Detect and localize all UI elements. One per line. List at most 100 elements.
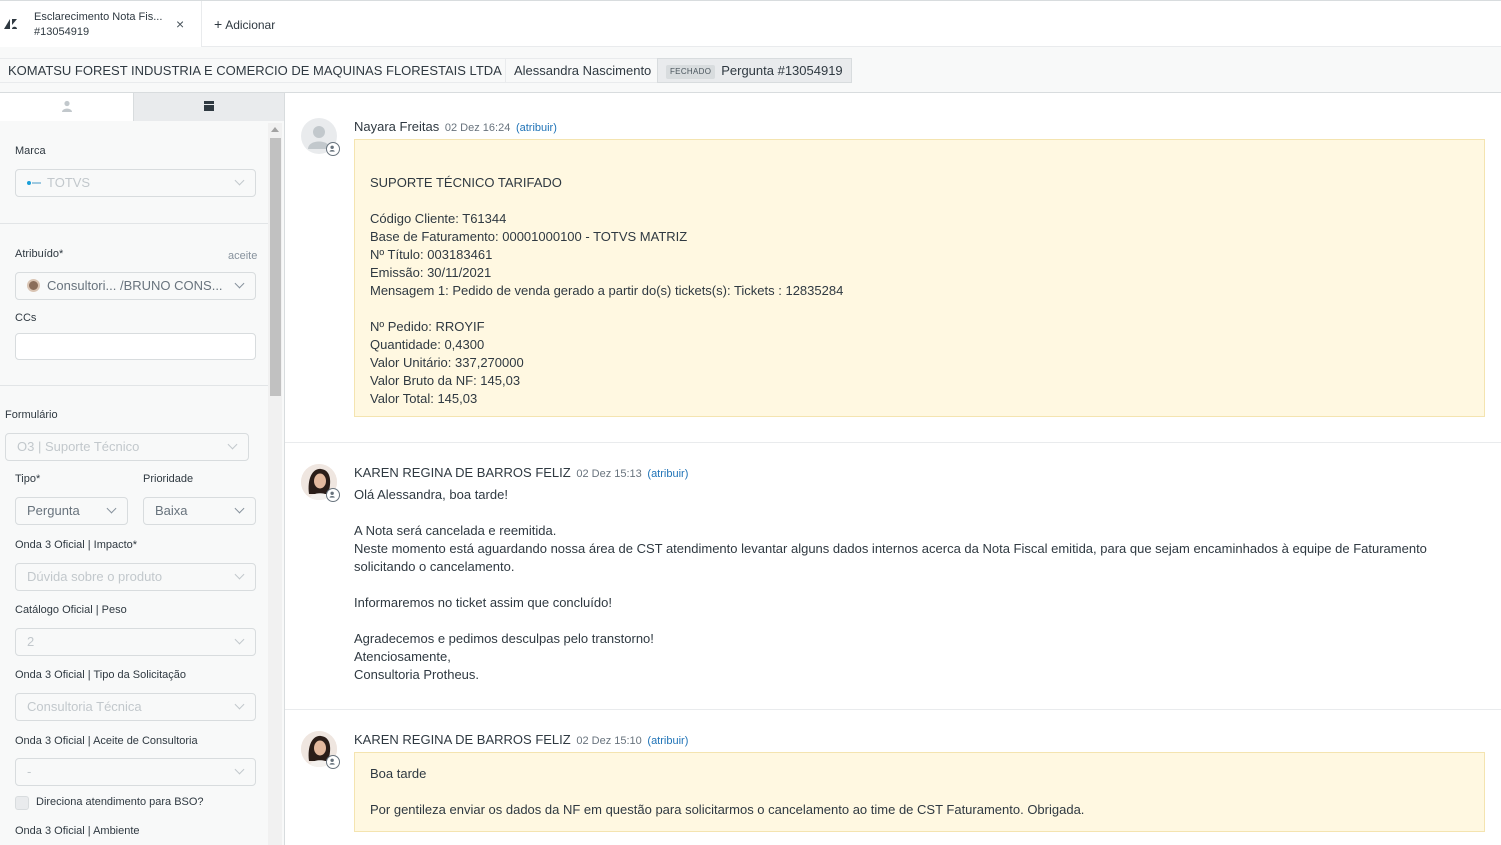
message-line: Atenciosamente, (354, 649, 451, 664)
impact-label: Onda 3 Oficial | Impacto* (15, 539, 138, 551)
priority-select[interactable]: Baixa (143, 497, 256, 525)
add-tab-button[interactable]: + Adicionar (214, 16, 275, 32)
impact-value: Dúvida sobre o produto (27, 569, 163, 584)
message-author: KAREN REGINA DE BARROS FELIZ 02 Dez 15:1… (354, 465, 688, 480)
tab-user[interactable] (0, 93, 134, 121)
brand-select[interactable]: TOTVS (15, 169, 256, 197)
scroll-up-arrow-icon[interactable] (271, 127, 279, 132)
message-line: Olá Alessandra, boa tarde! (354, 487, 508, 502)
form-select[interactable]: O3 | Suporte Técnico (5, 433, 249, 461)
public-reply: Olá Alessandra, boa tarde! A Nota será c… (354, 486, 1474, 684)
chevron-down-icon (234, 503, 245, 514)
bso-checkbox[interactable] (15, 796, 29, 810)
sidebar-tabs (0, 93, 284, 121)
breadcrumb-organization[interactable]: KOMATSU FOREST INDUSTRIA E COMERCIO DE M… (0, 58, 566, 83)
breadcrumb-ticket[interactable]: FECHADO Pergunta #13054919 (657, 58, 852, 83)
ccs-label: CCs (15, 312, 37, 324)
message-line: Neste momento está aguardando nossa área… (354, 541, 1431, 574)
message-line (370, 300, 1469, 318)
ccs-input[interactable] (15, 333, 256, 360)
chevron-down-icon (234, 569, 245, 580)
consulting-select[interactable]: - (15, 758, 256, 786)
status-badge: FECHADO (666, 65, 716, 79)
timestamp: 02 Dez 15:13 (576, 468, 642, 480)
message-line: Nº Título: 003183461 (370, 247, 493, 262)
brand-value: TOTVS (47, 175, 91, 190)
environment-label: Onda 3 Oficial | Ambiente (15, 825, 140, 837)
tab-apps[interactable] (134, 93, 284, 121)
assignee-select[interactable]: Consultori... /BRUNO CONS... (15, 272, 256, 300)
internal-note: Boa tarde Por gentileza enviar os dados … (354, 752, 1485, 832)
apps-icon (204, 101, 214, 111)
divider (0, 385, 268, 386)
message-line (370, 192, 1469, 210)
message-line: Agradecemos e pedimos desculpas pelo tra… (354, 631, 654, 646)
message-line: Valor Total: 145,03 (370, 391, 478, 406)
message-line: Boa tarde (370, 766, 427, 781)
message-line (354, 576, 1474, 594)
type-value: Pergunta (27, 503, 80, 518)
message-line: Base de Faturamento: 00001000100 - TOTVS… (370, 229, 688, 244)
weight-select[interactable]: 2 (15, 628, 256, 656)
agent-badge-icon (326, 755, 340, 769)
brand-label: Marca (15, 145, 46, 157)
plus-icon: + (214, 16, 223, 32)
consulting-label: Onda 3 Oficial | Aceite de Consultoria (15, 735, 198, 747)
message-line: A Nota será cancelada e reemitida. (354, 523, 557, 538)
chevron-down-icon (234, 278, 245, 289)
impact-select[interactable]: Dúvida sobre o produto (15, 563, 256, 591)
request-type-value: Consultoria Técnica (27, 699, 142, 714)
breadcrumb: KOMATSU FOREST INDUSTRIA E COMERCIO DE M… (0, 47, 1501, 93)
tab-title: Esclarecimento Nota Fis... (34, 11, 163, 23)
message-line: Mensagem 1: Pedido de venda gerado a par… (370, 283, 844, 298)
tab-ticket-number: #13054919 (34, 26, 90, 38)
breadcrumb-requester[interactable]: Alessandra Nascimento (505, 58, 661, 83)
assign-link[interactable]: (atribuir) (516, 122, 557, 134)
conversation-log: Nayara Freitas 02 Dez 16:24 (atribuir) S… (285, 93, 1501, 845)
message-line: Quantidade: 0,4300 (370, 337, 485, 352)
form-value: O3 | Suporte Técnico (17, 439, 140, 454)
bso-label: Direciona atendimento para BSO? (36, 796, 204, 808)
message-line (370, 783, 1469, 801)
breadcrumb-ticket-label: Pergunta #13054919 (721, 63, 843, 78)
assignee-value: Consultori... /BRUNO CONS... (47, 278, 223, 293)
author-name: Nayara Freitas (354, 119, 440, 134)
assign-link[interactable]: (atribuir) (647, 468, 688, 480)
avatar (27, 279, 40, 292)
chevron-down-icon (234, 634, 245, 645)
message-line (370, 156, 1469, 174)
timestamp: 02 Dez 15:10 (576, 735, 642, 747)
internal-note: SUPORTE TÉCNICO TARIFADO Código Cliente:… (354, 139, 1485, 417)
close-icon[interactable]: × (176, 16, 184, 32)
weight-value: 2 (27, 634, 35, 649)
message-line: Código Cliente: T61344 (370, 211, 507, 226)
agent-badge-icon (326, 142, 340, 156)
message-line: Informaremos no ticket assim que concluí… (354, 595, 612, 610)
request-type-select[interactable]: Consultoria Técnica (15, 693, 256, 721)
message-line: Consultoria Protheus. (354, 667, 480, 682)
request-type-label: Onda 3 Oficial | Tipo da Solicitação (15, 669, 187, 681)
author-name: KAREN REGINA DE BARROS FELIZ (354, 465, 571, 480)
message-line: Valor Bruto da NF: 145,03 (370, 373, 521, 388)
assign-link[interactable]: (atribuir) (647, 735, 688, 747)
priority-label: Prioridade (143, 473, 194, 485)
message-line: Emissão: 30/11/2021 (370, 265, 492, 280)
type-select[interactable]: Pergunta (15, 497, 128, 525)
chevron-down-icon (234, 699, 245, 710)
message-author: KAREN REGINA DE BARROS FELIZ 02 Dez 15:1… (354, 732, 688, 747)
sidebar-scroll-thumb[interactable] (270, 138, 281, 396)
chevron-down-icon (234, 175, 245, 186)
assignee-take-it-link[interactable]: aceite (228, 250, 257, 262)
tab-bar: Esclarecimento Nota Fis... #13054919 × +… (0, 0, 1501, 47)
chevron-down-icon (234, 764, 245, 775)
divider (0, 223, 268, 224)
ticket-tab[interactable]: Esclarecimento Nota Fis... #13054919 × (0, 1, 202, 47)
agent-badge-icon (326, 488, 340, 502)
user-icon (61, 100, 72, 112)
divider (285, 709, 1501, 710)
totvs-logo-icon (27, 181, 41, 185)
message-author: Nayara Freitas 02 Dez 16:24 (atribuir) (354, 119, 557, 134)
message-line: SUPORTE TÉCNICO TARIFADO (370, 175, 562, 190)
message-line (354, 612, 1474, 630)
zendesk-logo-icon (4, 19, 17, 29)
